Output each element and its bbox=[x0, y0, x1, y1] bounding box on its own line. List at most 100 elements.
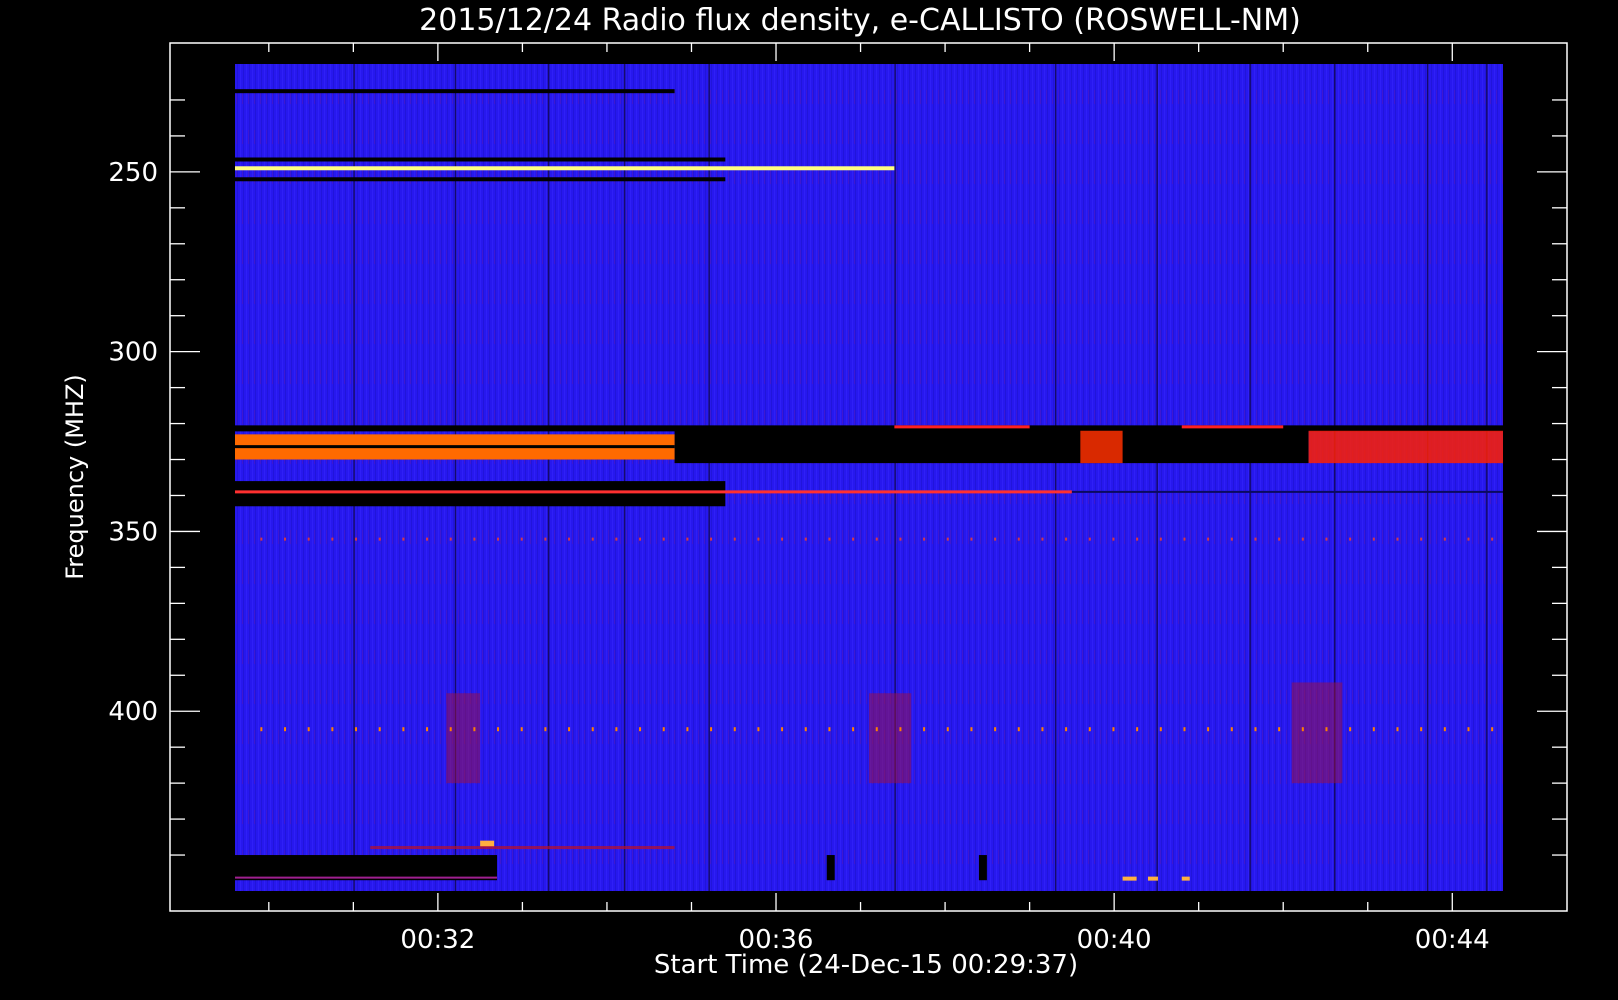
periodic-dot-352 bbox=[568, 537, 571, 541]
time-gap-line bbox=[547, 64, 550, 891]
periodic-dot-352 bbox=[639, 537, 642, 541]
periodic-dot bbox=[1325, 727, 1328, 732]
x-tick-label: 00:40 bbox=[1077, 925, 1152, 955]
periodic-dot-352 bbox=[1325, 537, 1328, 541]
periodic-dot bbox=[1230, 727, 1233, 732]
periodic-dot-352 bbox=[1183, 537, 1186, 541]
periodic-dot-352 bbox=[355, 537, 358, 541]
periodic-dot-352 bbox=[1159, 537, 1162, 541]
periodic-dot bbox=[639, 727, 642, 732]
periodic-dot bbox=[520, 727, 523, 732]
emission-patch bbox=[446, 693, 481, 784]
periodic-dot-352 bbox=[994, 537, 997, 541]
periodic-dot bbox=[1088, 727, 1091, 732]
periodic-dot bbox=[733, 727, 736, 732]
periodic-dot-352 bbox=[946, 537, 949, 541]
periodic-dot bbox=[449, 727, 452, 732]
feature-right-band bbox=[1308, 430, 1503, 464]
bottom-dark-mark bbox=[978, 855, 987, 881]
time-gap-line bbox=[1156, 64, 1158, 891]
red-line-320b bbox=[1181, 425, 1284, 429]
periodic-dot bbox=[1112, 727, 1115, 732]
periodic-dot bbox=[1349, 727, 1352, 732]
periodic-dot bbox=[1443, 727, 1446, 732]
periodic-dot bbox=[994, 727, 997, 732]
periodic-dot bbox=[923, 727, 926, 732]
dark-line-227 bbox=[235, 89, 675, 94]
periodic-dot bbox=[1017, 727, 1020, 732]
feature-line-339 bbox=[235, 490, 1072, 494]
periodic-dot bbox=[852, 727, 855, 732]
periodic-dot bbox=[331, 727, 334, 732]
periodic-dot bbox=[1491, 727, 1494, 732]
periodic-dot bbox=[1065, 727, 1068, 732]
time-gap-line bbox=[1426, 64, 1429, 891]
y-tick-label: 250 bbox=[108, 158, 158, 188]
dark-line-251 bbox=[235, 177, 726, 182]
periodic-dot-352 bbox=[781, 537, 784, 541]
periodic-dot-352 bbox=[1443, 537, 1446, 541]
bottom-orange-mark bbox=[1122, 876, 1137, 881]
periodic-dot-352 bbox=[426, 537, 429, 541]
periodic-dot bbox=[497, 727, 500, 732]
periodic-dot-352 bbox=[1136, 537, 1139, 541]
periodic-dot-352 bbox=[662, 537, 665, 541]
periodic-dot bbox=[781, 727, 784, 732]
time-gap-line bbox=[623, 64, 626, 891]
periodic-dot bbox=[378, 727, 381, 732]
periodic-dot bbox=[615, 727, 618, 732]
dark-band-339 bbox=[235, 481, 726, 507]
periodic-dot-352 bbox=[686, 537, 689, 541]
periodic-dot-352 bbox=[1301, 537, 1304, 541]
periodic-dot bbox=[426, 727, 429, 732]
periodic-dot bbox=[591, 727, 594, 732]
periodic-dot-352 bbox=[1372, 537, 1375, 541]
periodic-dot-352 bbox=[1349, 537, 1352, 541]
feature-mid-burst bbox=[1080, 430, 1123, 464]
bright-band-gap bbox=[235, 445, 675, 449]
periodic-dot-352 bbox=[1420, 537, 1423, 541]
periodic-dot bbox=[1136, 727, 1139, 732]
periodic-dot-352 bbox=[284, 537, 287, 541]
periodic-dot bbox=[757, 727, 760, 732]
periodic-dot-352 bbox=[331, 537, 334, 541]
periodic-dot-352 bbox=[710, 537, 713, 541]
periodic-dot bbox=[970, 727, 973, 732]
periodic-dot-352 bbox=[1065, 537, 1068, 541]
periodic-dot bbox=[1207, 727, 1210, 732]
periodic-dot bbox=[355, 727, 358, 732]
periodic-dot bbox=[1183, 727, 1186, 732]
periodic-dot bbox=[1420, 727, 1423, 732]
periodic-dot-352 bbox=[1088, 537, 1091, 541]
periodic-dot-352 bbox=[1017, 537, 1020, 541]
x-axis-label: Start Time (24-Dec-15 00:29:37) bbox=[654, 950, 1078, 980]
spectrogram-chart: 2015/12/24 Radio flux density, e-CALLIST… bbox=[61, 3, 1568, 980]
periodic-dot bbox=[1159, 727, 1162, 732]
y-tick-label: 300 bbox=[108, 338, 158, 368]
time-gap-line bbox=[708, 64, 710, 891]
periodic-dot-352 bbox=[544, 537, 547, 541]
periodic-dot-352 bbox=[1278, 537, 1281, 541]
red-line-320 bbox=[894, 425, 1030, 429]
periodic-dot bbox=[1301, 727, 1304, 732]
periodic-dot-352 bbox=[1207, 537, 1210, 541]
periodic-dot bbox=[568, 727, 571, 732]
time-gap-line bbox=[1486, 64, 1488, 891]
periodic-dot bbox=[260, 727, 263, 732]
periodic-dot bbox=[284, 727, 287, 732]
periodic-dot-352 bbox=[1230, 537, 1233, 541]
periodic-dot-352 bbox=[1467, 537, 1470, 541]
periodic-dot-352 bbox=[923, 537, 926, 541]
y-axis-label: Frequency (MHZ) bbox=[61, 374, 89, 580]
periodic-dot bbox=[686, 727, 689, 732]
emission-patch bbox=[869, 693, 912, 784]
bottom-orange-mark bbox=[1147, 876, 1158, 881]
periodic-dot bbox=[804, 727, 807, 732]
periodic-dot-352 bbox=[497, 537, 500, 541]
periodic-dot-352 bbox=[520, 537, 523, 541]
periodic-dot-352 bbox=[1112, 537, 1115, 541]
periodic-dot bbox=[1372, 727, 1375, 732]
line-339-dark bbox=[1071, 490, 1503, 493]
periodic-dot-352 bbox=[260, 537, 263, 541]
periodic-dot bbox=[473, 727, 476, 732]
